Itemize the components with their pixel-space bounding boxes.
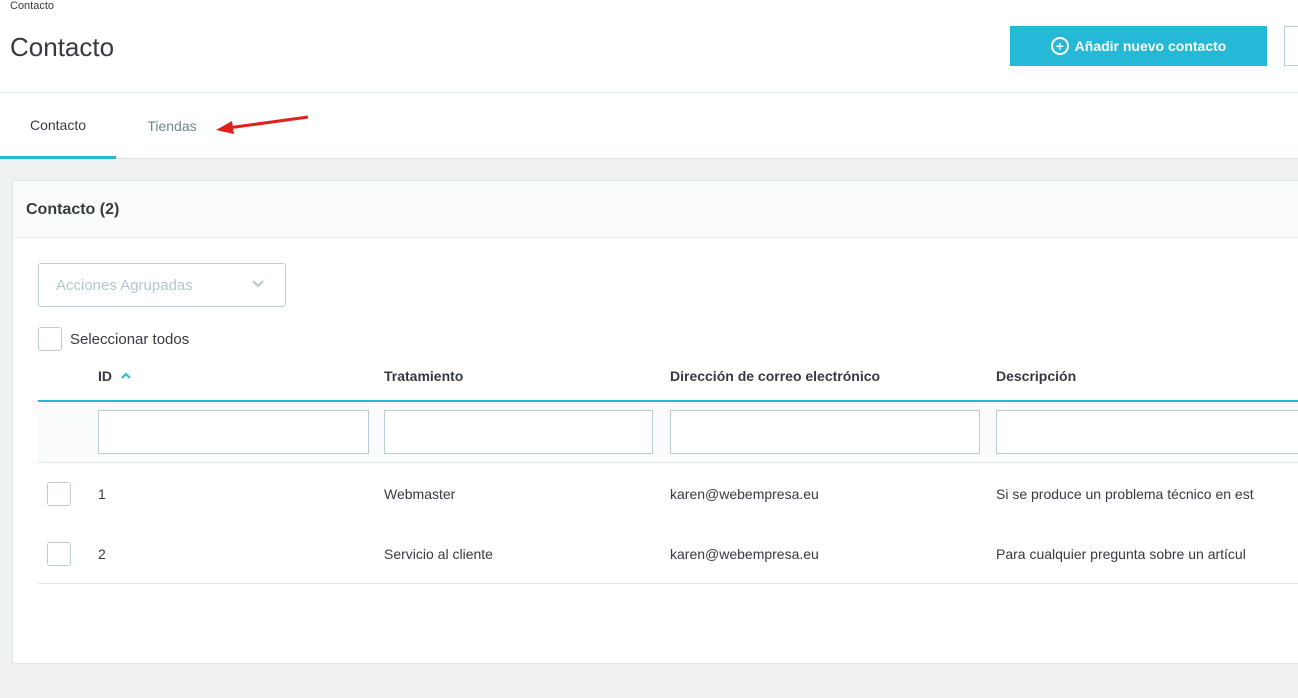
- select-all-control[interactable]: Seleccionar todos: [38, 327, 189, 351]
- select-all-checkbox[interactable]: [38, 327, 62, 351]
- header-secondary-button[interactable]: [1284, 26, 1298, 66]
- row-email: karen@webempresa.eu: [670, 486, 819, 502]
- chevron-down-icon: [252, 280, 264, 288]
- add-new-contact-label: Añadir nuevo contacto: [1074, 38, 1227, 54]
- breadcrumb[interactable]: Contacto: [10, 0, 54, 12]
- column-header-id[interactable]: ID: [98, 368, 132, 384]
- row-descripcion: Si se produce un problema técnico en est: [996, 486, 1254, 502]
- column-header-descripcion[interactable]: Descripción: [996, 368, 1076, 384]
- row-tratamiento: Webmaster: [384, 486, 456, 502]
- filter-row-divider: [38, 462, 1298, 463]
- bulk-actions-dropdown[interactable]: Acciones Agrupadas: [38, 263, 286, 307]
- row-descripcion: Para cualquier pregunta sobre un artícul: [996, 546, 1246, 562]
- annotation-arrow-icon: [216, 115, 309, 134]
- table-header-divider: [38, 400, 1298, 402]
- tab-bar: Contacto Tiendas: [0, 93, 1298, 159]
- row-tratamiento: Servicio al cliente: [384, 546, 493, 562]
- page-title: Contacto: [10, 32, 115, 62]
- contacts-panel: Contacto (2) Acciones Agrupadas Seleccio…: [12, 180, 1298, 664]
- row-id: 1: [98, 486, 106, 502]
- bulk-actions-label: Acciones Agrupadas: [56, 276, 193, 294]
- panel-title: Contacto (2): [26, 201, 120, 218]
- row-checkbox[interactable]: [47, 542, 71, 566]
- filter-email-input[interactable]: [670, 410, 980, 454]
- row-checkbox[interactable]: [47, 482, 71, 506]
- select-all-label: Seleccionar todos: [70, 330, 190, 348]
- column-header-id-label: ID: [98, 368, 112, 384]
- page-header: Contacto Contacto + Añadir nuevo contact…: [0, 0, 1298, 93]
- add-new-contact-button[interactable]: + Añadir nuevo contacto: [1010, 26, 1267, 66]
- filter-id-input[interactable]: [98, 410, 369, 454]
- filter-tratamiento-input[interactable]: [384, 410, 653, 454]
- tab-tiendas[interactable]: Tiendas: [120, 93, 224, 159]
- row-id: 2: [98, 546, 106, 562]
- row-email: karen@webempresa.eu: [670, 546, 819, 562]
- sort-ascending-icon[interactable]: [120, 370, 132, 382]
- column-header-email[interactable]: Dirección de correo electrónico: [670, 368, 880, 384]
- column-header-tratamiento[interactable]: Tratamiento: [384, 368, 463, 384]
- filter-descripcion-input[interactable]: [996, 410, 1298, 454]
- plus-circle-icon: +: [1050, 37, 1069, 55]
- table-bottom-divider: [38, 583, 1298, 584]
- tab-contacto[interactable]: Contacto: [0, 93, 116, 159]
- panel-header: Contacto (2): [13, 181, 1298, 238]
